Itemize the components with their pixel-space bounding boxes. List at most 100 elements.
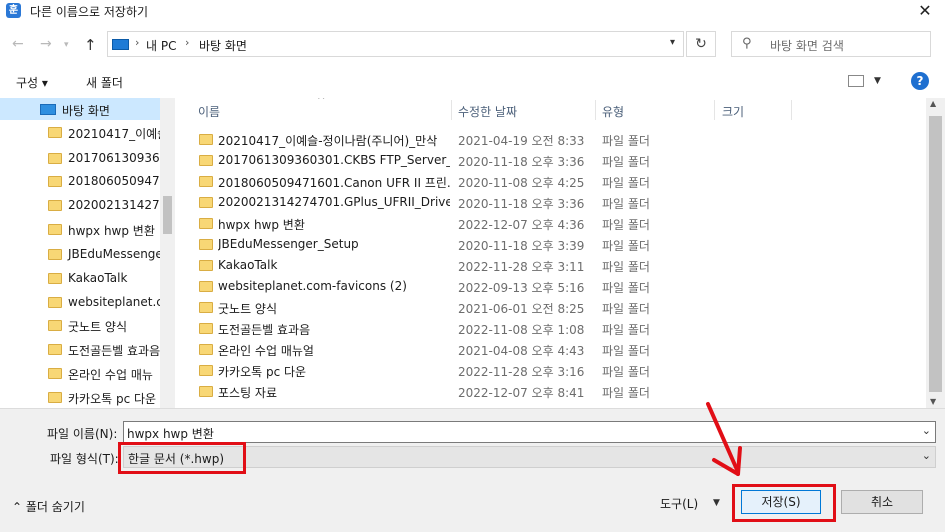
help-icon[interactable]: ? bbox=[911, 72, 929, 90]
annotation-highlight-box bbox=[732, 484, 836, 522]
column-header-name[interactable]: 이름 bbox=[198, 103, 220, 127]
nav-item-label: 2017061309360 bbox=[68, 151, 160, 165]
file-name: 도전골든벨 효과음 bbox=[218, 323, 311, 337]
back-arrow-icon[interactable]: ← bbox=[12, 36, 24, 52]
hide-folders-button[interactable]: ⌃ 폴더 숨기기 bbox=[12, 498, 85, 515]
folder-icon bbox=[48, 344, 62, 355]
file-date: 2022-09-13 오후 5:16 bbox=[458, 281, 585, 295]
file-type: 파일 폴더 bbox=[602, 260, 650, 274]
column-divider[interactable] bbox=[595, 100, 596, 120]
address-bar[interactable]: › 내 PC › 바탕 화면 ▾ bbox=[107, 31, 684, 57]
cancel-button[interactable]: 취소 bbox=[841, 490, 923, 514]
nav-item-folder[interactable]: 온라인 수업 매뉴 bbox=[0, 362, 160, 384]
file-row[interactable]: 2018060509471601.Canon UFR II 프린... 2020-… bbox=[194, 171, 924, 192]
file-name: hwpx hwp 변환 bbox=[218, 218, 305, 232]
file-name: 2018060509471601.Canon UFR II 프린... bbox=[218, 176, 450, 190]
file-row[interactable]: KakaoTalk 2022-11-28 오후 3:11 파일 폴더 bbox=[194, 255, 924, 276]
file-type: 파일 폴더 bbox=[602, 155, 650, 169]
close-icon[interactable]: ✕ bbox=[915, 0, 935, 22]
nav-item-folder[interactable]: 도전골든벨 효과음 bbox=[0, 338, 160, 360]
nav-item-folder[interactable]: KakaoTalk bbox=[0, 267, 160, 289]
file-date: 2022-12-07 오후 4:36 bbox=[458, 218, 585, 232]
filename-input[interactable]: hwpx hwp 변환 bbox=[127, 425, 214, 442]
file-row[interactable]: 카카오톡 pc 다운 2022-11-28 오후 3:16 파일 폴더 bbox=[194, 360, 924, 381]
column-divider[interactable] bbox=[451, 100, 452, 120]
file-row[interactable]: hwpx hwp 변환 2022-12-07 오후 4:36 파일 폴더 bbox=[194, 213, 924, 234]
organize-button[interactable]: 구성 ▾ bbox=[16, 74, 48, 91]
file-date: 2022-12-07 오후 8:41 bbox=[458, 386, 585, 400]
filename-field[interactable]: hwpx hwp 변환 ⌄ bbox=[123, 421, 936, 443]
file-row[interactable]: 2020021314274701.GPlus_UFRII_Driver... 20… bbox=[194, 192, 924, 213]
search-box[interactable]: ⚲ 바탕 화면 검색 bbox=[731, 31, 931, 57]
tools-button[interactable]: 도구(L) bbox=[660, 495, 698, 512]
scroll-down-icon[interactable]: ▼ bbox=[930, 397, 936, 406]
folder-icon bbox=[199, 155, 213, 166]
file-row[interactable]: 온라인 수업 매뉴얼 2021-04-08 오후 4:43 파일 폴더 bbox=[194, 339, 924, 360]
nav-item-folder[interactable]: websiteplanet.com bbox=[0, 291, 160, 313]
nav-scrollbar[interactable] bbox=[160, 98, 175, 408]
nav-item-folder[interactable]: 20210417_이예술 bbox=[0, 121, 160, 143]
scroll-up-icon[interactable]: ▲ bbox=[930, 99, 936, 108]
view-options-icon[interactable] bbox=[848, 75, 864, 87]
file-type: 파일 폴더 bbox=[602, 218, 650, 232]
recent-locations-icon[interactable]: ▾ bbox=[64, 40, 69, 50]
column-header-size[interactable]: 크기 bbox=[722, 103, 744, 127]
file-list-scrollbar-thumb[interactable] bbox=[929, 116, 942, 392]
nav-item-folder[interactable]: 2018060509471 bbox=[0, 170, 160, 192]
file-name: 굿노트 양식 bbox=[218, 302, 278, 316]
nav-item-folder[interactable]: 2020021314274 bbox=[0, 194, 160, 216]
file-row[interactable]: 2017061309360301.CKBS FTP_Server_v... 202… bbox=[194, 150, 924, 171]
nav-item-label: 20210417_이예술 bbox=[68, 127, 160, 141]
file-name: JBEduMessenger_Setup bbox=[218, 237, 359, 251]
folder-icon bbox=[48, 200, 62, 211]
file-row[interactable]: 20210417_이예슬-정이나람(주니어)_만삭 2021-04-19 오전 8… bbox=[194, 129, 924, 150]
nav-scrollbar-thumb[interactable] bbox=[163, 196, 172, 234]
chevron-down-icon[interactable]: ⌄ bbox=[922, 424, 931, 437]
file-name: 2020021314274701.GPlus_UFRII_Driver... bbox=[218, 195, 450, 209]
breadcrumb-this-pc[interactable]: 내 PC bbox=[146, 37, 176, 54]
file-name: 2017061309360301.CKBS FTP_Server_v... bbox=[218, 153, 450, 167]
breadcrumb-desktop[interactable]: 바탕 화면 bbox=[199, 37, 247, 54]
refresh-button[interactable]: ↻ bbox=[686, 31, 716, 57]
file-date: 2020-11-18 오후 3:36 bbox=[458, 155, 585, 169]
sort-ascending-icon: ^ bbox=[317, 98, 326, 106]
column-header-type[interactable]: 유형 bbox=[602, 103, 624, 127]
new-folder-button[interactable]: 새 폴더 bbox=[86, 74, 123, 91]
nav-item-label: 온라인 수업 매뉴 bbox=[68, 368, 153, 382]
column-divider[interactable] bbox=[791, 100, 792, 120]
chevron-down-icon[interactable]: ▾ bbox=[670, 37, 675, 48]
column-header-modified[interactable]: 수정한 날짜 bbox=[458, 103, 517, 127]
folder-icon bbox=[199, 134, 213, 145]
chevron-down-icon[interactable]: ▼ bbox=[874, 76, 881, 86]
file-type: 파일 폴더 bbox=[602, 197, 650, 211]
nav-item-desktop[interactable]: 바탕 화면 bbox=[0, 98, 160, 120]
search-input[interactable]: 바탕 화면 검색 bbox=[770, 37, 844, 54]
window-title: 다른 이름으로 저장하기 bbox=[30, 5, 149, 19]
file-row[interactable]: JBEduMessenger_Setup 2020-11-18 오후 3:39 파일… bbox=[194, 234, 924, 255]
folder-icon bbox=[48, 224, 62, 235]
chevron-down-icon[interactable]: ▼ bbox=[713, 498, 720, 508]
nav-item-folder[interactable]: 굿노트 양식 bbox=[0, 314, 160, 336]
file-list: ^ 이름 수정한 날짜 유형 크기 20210417_이예슬-정이나람(주니어)… bbox=[176, 98, 945, 408]
folder-icon bbox=[199, 239, 213, 250]
file-row[interactable]: 포스팅 자료 2022-12-07 오후 8:41 파일 폴더 bbox=[194, 381, 924, 402]
chevron-down-icon[interactable]: ⌄ bbox=[922, 449, 931, 462]
nav-item-folder[interactable]: 카카오톡 pc 다운 bbox=[0, 386, 160, 408]
nav-item-folder[interactable]: hwpx hwp 변환 bbox=[0, 218, 160, 240]
file-type: 파일 폴더 bbox=[602, 365, 650, 379]
file-row[interactable]: 굿노트 양식 2021-06-01 오전 8:25 파일 폴더 bbox=[194, 297, 924, 318]
nav-item-label: KakaoTalk bbox=[68, 271, 128, 285]
up-arrow-icon[interactable]: ↑ bbox=[84, 36, 97, 54]
nav-item-folder[interactable]: 2017061309360 bbox=[0, 147, 160, 169]
file-type: 파일 폴더 bbox=[602, 134, 650, 148]
forward-arrow-icon[interactable]: → bbox=[40, 36, 52, 52]
file-row[interactable]: 도전골든벨 효과음 2022-11-08 오후 1:08 파일 폴더 bbox=[194, 318, 924, 339]
file-row[interactable]: websiteplanet.com-favicons (2) 2022-09-13… bbox=[194, 276, 924, 297]
folder-icon bbox=[199, 344, 213, 355]
column-divider[interactable] bbox=[714, 100, 715, 120]
nav-item-label: 도전골든벨 효과음 bbox=[68, 344, 160, 358]
nav-item-label: 바탕 화면 bbox=[62, 104, 110, 118]
nav-item-folder[interactable]: JBEduMessenger_ bbox=[0, 243, 160, 265]
folder-icon bbox=[48, 273, 62, 284]
file-date: 2021-06-01 오전 8:25 bbox=[458, 302, 585, 316]
